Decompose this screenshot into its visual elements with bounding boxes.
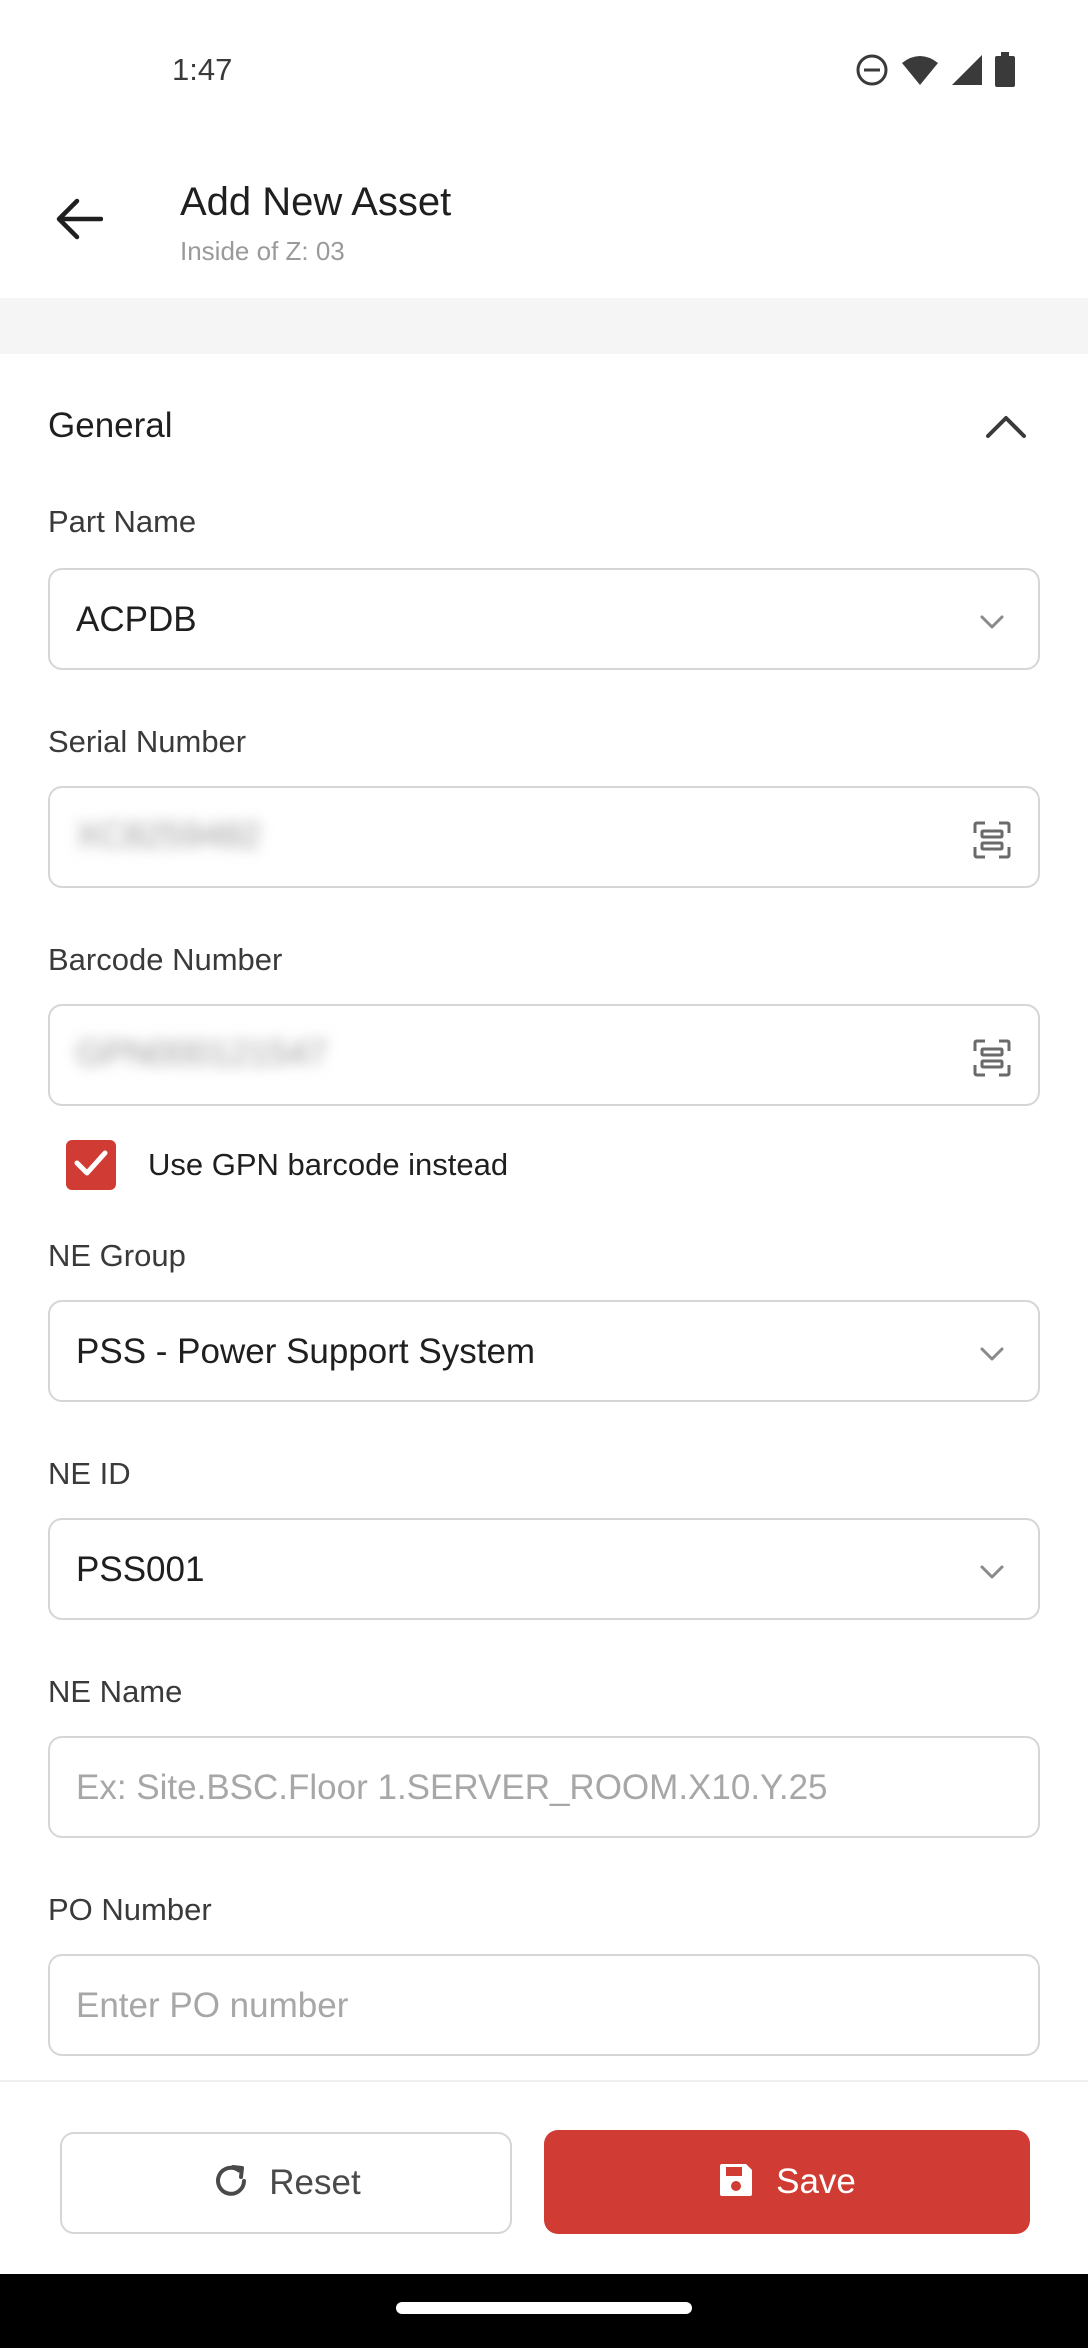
ne-group-select[interactable]: PSS - Power Support System <box>48 1300 1040 1402</box>
wifi-icon <box>900 53 940 92</box>
app-header: Add New Asset Inside of Z: 03 <box>0 140 1088 298</box>
serial-number-label: Serial Number <box>48 724 247 759</box>
status-time: 1:47 <box>172 52 233 87</box>
po-number-input[interactable]: Enter PO number <box>48 1954 1040 2056</box>
back-arrow-icon <box>55 197 104 246</box>
ne-id-select[interactable]: PSS001 <box>48 1518 1040 1620</box>
do-not-disturb-icon <box>854 52 890 93</box>
form-content: General Part Name ACPDB Serial Number XC… <box>0 354 1088 2080</box>
ne-name-label: NE Name <box>48 1674 183 1709</box>
barcode-number-label: Barcode Number <box>48 942 283 977</box>
ne-group-value: PSS - Power Support System <box>76 1332 536 1371</box>
part-name-select[interactable]: ACPDB <box>48 568 1040 670</box>
system-nav-bar <box>0 2274 1088 2348</box>
battery-icon <box>994 52 1016 93</box>
serial-number-input[interactable]: XC8259482 <box>48 786 1040 888</box>
scan-icon[interactable] <box>972 820 1012 860</box>
chevron-down-icon <box>972 1334 1012 1374</box>
signal-icon <box>950 53 984 92</box>
save-disk-icon <box>718 2162 754 2203</box>
chevron-down-icon <box>972 602 1012 642</box>
chevron-down-icon <box>972 1552 1012 1592</box>
barcode-number-value: GPN000121547 <box>76 1034 328 1073</box>
ne-id-label: NE ID <box>48 1456 131 1491</box>
reset-label: Reset <box>269 2163 361 2202</box>
collapse-section-button[interactable] <box>984 412 1028 442</box>
po-number-placeholder: Enter PO number <box>76 1986 349 2025</box>
use-gpn-checkbox-row[interactable]: Use GPN barcode instead <box>66 1140 508 1190</box>
serial-number-value: XC8259482 <box>76 816 261 855</box>
ne-id-value: PSS001 <box>76 1550 205 1589</box>
barcode-number-input[interactable]: GPN000121547 <box>48 1004 1040 1106</box>
part-name-label: Part Name <box>48 504 197 539</box>
back-button[interactable] <box>48 190 110 252</box>
page-title: Add New Asset <box>180 180 452 224</box>
use-gpn-label: Use GPN barcode instead <box>148 1147 509 1182</box>
ne-name-input[interactable]: Ex: Site.BSC.Floor 1.SERVER_ROOM.X10.Y.2… <box>48 1736 1040 1838</box>
refresh-icon <box>211 2161 251 2206</box>
ne-name-placeholder: Ex: Site.BSC.Floor 1.SERVER_ROOM.X10.Y.2… <box>76 1768 828 1807</box>
header-divider <box>0 298 1088 354</box>
check-icon <box>73 1148 109 1183</box>
status-bar: 1:47 <box>0 0 1088 140</box>
ne-group-label: NE Group <box>48 1238 186 1273</box>
use-gpn-checkbox[interactable] <box>66 1140 116 1190</box>
home-indicator[interactable] <box>396 2302 692 2314</box>
scan-icon[interactable] <box>972 1038 1012 1078</box>
status-icons <box>854 52 1016 93</box>
po-number-label: PO Number <box>48 1892 212 1927</box>
reset-button[interactable]: Reset <box>60 2132 512 2234</box>
bottom-action-bar: Reset Save <box>0 2080 1088 2274</box>
section-title-general: General <box>48 406 173 445</box>
save-button[interactable]: Save <box>544 2130 1030 2234</box>
chevron-up-icon <box>984 416 1028 446</box>
page-subtitle: Inside of Z: 03 <box>180 236 345 266</box>
save-label: Save <box>776 2162 856 2201</box>
part-name-value: ACPDB <box>76 600 197 639</box>
